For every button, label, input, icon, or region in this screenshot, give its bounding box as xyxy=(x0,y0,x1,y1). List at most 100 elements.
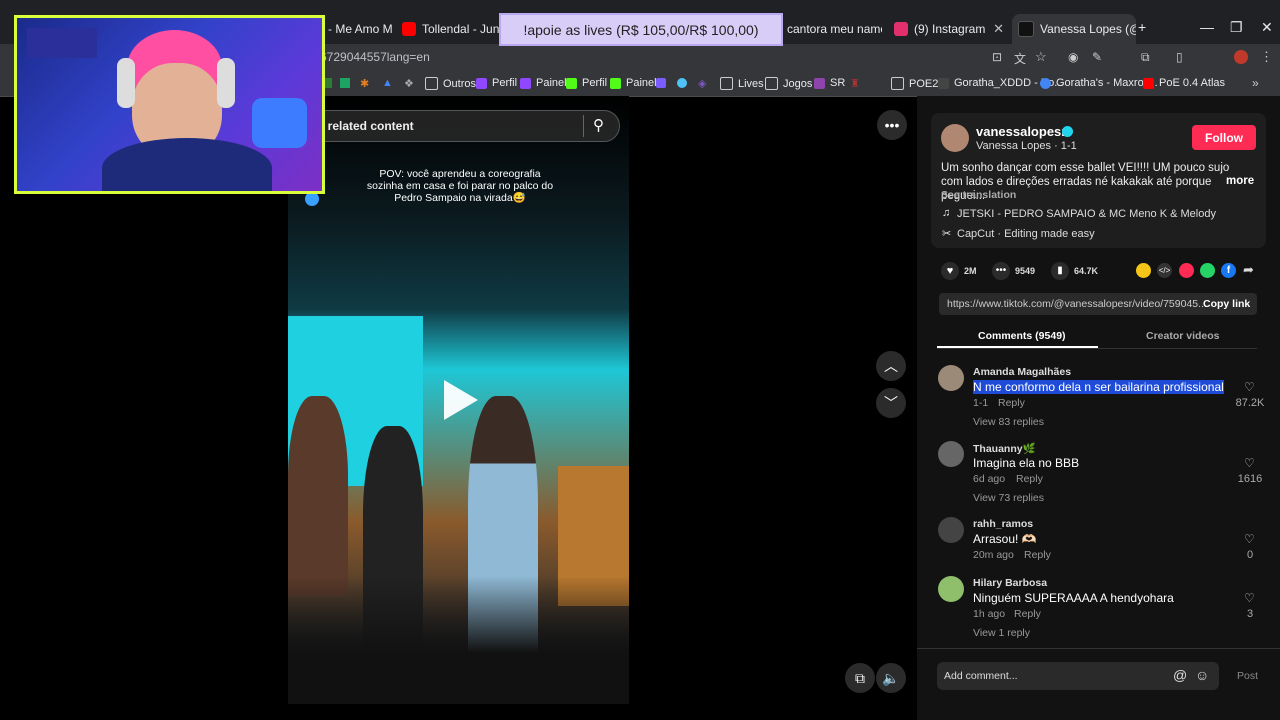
tab-2[interactable]: Tollendal - Junho (Of xyxy=(402,14,500,44)
comment-author[interactable]: Amanda Magalhães xyxy=(973,366,1071,378)
comment-avatar[interactable] xyxy=(938,517,964,543)
capcut-label[interactable]: CapCut · Editing made easy xyxy=(957,228,1095,240)
bookmark-icon[interactable]: ✱ xyxy=(360,77,369,90)
bookmark-item[interactable]: Goratha's - Maxroll... xyxy=(1040,77,1158,89)
music-title[interactable]: JETSKI - PEDRO SAMPAIO & MC Meno K & Mel… xyxy=(957,208,1216,220)
view-replies-button[interactable]: View 83 replies xyxy=(973,416,1044,428)
embed-icon[interactable]: </> xyxy=(1157,263,1172,278)
close-window-icon[interactable]: ✕ xyxy=(1261,19,1273,36)
more-options-button[interactable]: ••• xyxy=(877,110,907,140)
bookmark-icon[interactable]: ▮ xyxy=(1051,262,1069,280)
divider xyxy=(937,348,1257,349)
heart-icon[interactable]: ♡ xyxy=(1244,591,1255,605)
search-input[interactable]: d related content ⚲ xyxy=(300,110,620,142)
follow-button[interactable]: Follow xyxy=(1192,125,1256,150)
tab-5-active[interactable]: Vanessa Lopes (@van✕ xyxy=(1012,14,1136,44)
reply-button[interactable]: Reply xyxy=(998,397,1025,409)
post-comment-button[interactable]: Post xyxy=(1237,670,1258,682)
extension-icon[interactable]: ◉ xyxy=(1068,50,1078,64)
bookmark-icon[interactable] xyxy=(677,78,687,88)
drive-icon[interactable]: ▲ xyxy=(382,77,393,89)
bookmark-icon[interactable]: ❖ xyxy=(404,77,414,90)
volume-icon: 🔈 xyxy=(876,663,906,693)
donation-goal-banner: !apoie as lives (R$ 105,00/R$ 100,00) xyxy=(499,13,783,46)
bookmark-folder[interactable]: Jogos xyxy=(765,77,812,90)
bookmark-icon[interactable]: ◈ xyxy=(698,77,706,90)
menu-icon[interactable]: ⋮ xyxy=(1260,49,1273,65)
mention-icon[interactable]: @ xyxy=(1173,667,1187,683)
author-avatar[interactable] xyxy=(941,124,969,152)
comment-author[interactable]: Thauanny🌿 xyxy=(973,442,1036,455)
sheets-icon[interactable] xyxy=(340,78,350,88)
heart-icon[interactable]: ♡ xyxy=(1244,532,1255,546)
see-translation-link[interactable]: See translation xyxy=(941,189,1016,201)
bookmark-icon[interactable] xyxy=(656,78,666,88)
minimize-icon[interactable]: — xyxy=(1200,19,1214,35)
streamer-shirt xyxy=(102,138,272,191)
bookmark-item[interactable]: Painel xyxy=(610,77,657,89)
comment-avatar[interactable] xyxy=(938,441,964,467)
tab-label: Tollendal - Junho (Of xyxy=(422,22,500,36)
comment-avatar[interactable] xyxy=(938,365,964,391)
sidebar-icon[interactable]: ▯ xyxy=(1176,50,1183,64)
comment-author[interactable]: Hilary Barbosa xyxy=(973,577,1047,589)
close-icon[interactable]: ✕ xyxy=(987,21,1004,37)
tab-creator-videos[interactable]: Creator videos xyxy=(1146,330,1220,342)
next-video-button[interactable]: ﹀ xyxy=(876,388,906,418)
heart-icon[interactable]: ♡ xyxy=(1244,380,1255,394)
tiktok-icon xyxy=(1018,21,1034,37)
bookmark-item[interactable]: PoE 0.4 Atlas xyxy=(1143,77,1225,89)
view-replies-button[interactable]: View 1 reply xyxy=(973,627,1030,639)
comment-avatar[interactable] xyxy=(938,576,964,602)
heart-icon[interactable]: ♡ xyxy=(1244,456,1255,470)
bookmark-folder[interactable]: POE2 xyxy=(891,77,938,90)
bookmark-folder[interactable]: Outros xyxy=(425,77,476,90)
author-username[interactable]: vanessalopesr xyxy=(976,124,1066,139)
whatsapp-icon[interactable] xyxy=(1200,263,1215,278)
reply-button[interactable]: Reply xyxy=(1024,549,1051,561)
prev-video-button[interactable]: ︿ xyxy=(876,351,906,381)
volume-button[interactable]: 🔈 xyxy=(876,663,906,693)
star-icon[interactable]: ☆ xyxy=(1035,49,1047,65)
share-coin-icon[interactable] xyxy=(1136,263,1151,278)
copy-link-button[interactable]: Copy link xyxy=(1203,298,1250,310)
install-icon[interactable]: ⊡ xyxy=(992,50,1002,64)
maximize-icon[interactable]: ❐ xyxy=(1230,19,1243,36)
youtube-icon xyxy=(1143,77,1154,89)
search-icon[interactable]: ⚲ xyxy=(593,116,604,134)
reply-button[interactable]: Reply xyxy=(1014,608,1041,620)
facebook-icon[interactable]: f xyxy=(1221,263,1236,278)
share-icon[interactable]: ➦ xyxy=(1243,262,1254,278)
tab-1[interactable]: l - Me Amo M✕ xyxy=(322,14,392,44)
profile-avatar[interactable] xyxy=(1234,50,1248,64)
like-icon[interactable]: ♥ xyxy=(941,262,959,280)
bookmark-label: POE2 xyxy=(909,77,939,90)
twitch-icon xyxy=(476,77,487,89)
more-link[interactable]: more xyxy=(1226,175,1254,187)
reply-button[interactable]: Reply xyxy=(1016,473,1043,485)
pen-icon[interactable]: ✎ xyxy=(1092,50,1102,64)
tab-3[interactable]: cantora meu namora✕ xyxy=(787,14,882,44)
new-tab-icon[interactable]: + xyxy=(1138,19,1146,35)
comment-author[interactable]: rahh_ramos xyxy=(973,518,1033,530)
add-comment-field[interactable]: Add comment... @ ☺ xyxy=(937,662,1219,690)
emoji-icon[interactable]: ☺ xyxy=(1195,667,1209,683)
bookmark-folder[interactable]: Lives xyxy=(720,77,764,90)
chevron-down-icon: ﹀ xyxy=(876,388,906,418)
bookmark-item[interactable]: Painel xyxy=(520,77,567,89)
bookmark-item[interactable]: Perfil xyxy=(476,77,517,89)
chevron-right-icon[interactable]: » xyxy=(1252,76,1259,90)
puzzle-icon[interactable]: ⧉ xyxy=(1141,50,1150,65)
view-replies-button[interactable]: View 73 replies xyxy=(973,492,1044,504)
tab-comments[interactable]: Comments (9549) xyxy=(978,330,1066,342)
share-friends-icon[interactable] xyxy=(1179,263,1194,278)
comment-icon[interactable]: ••• xyxy=(992,262,1010,280)
bookmark-icon[interactable]: ♜ xyxy=(850,77,860,90)
translate-icon[interactable]: 文 xyxy=(1014,50,1026,67)
tab-4[interactable]: (9) Instagram ✕ xyxy=(894,14,1004,44)
bookmark-item[interactable]: SR xyxy=(814,77,845,89)
url-text[interactable]: 6729044557lang=en xyxy=(320,50,430,64)
play-icon[interactable] xyxy=(444,380,478,420)
pip-button[interactable]: ⧉ xyxy=(845,663,875,693)
bookmark-item[interactable]: Perfil xyxy=(566,77,607,89)
